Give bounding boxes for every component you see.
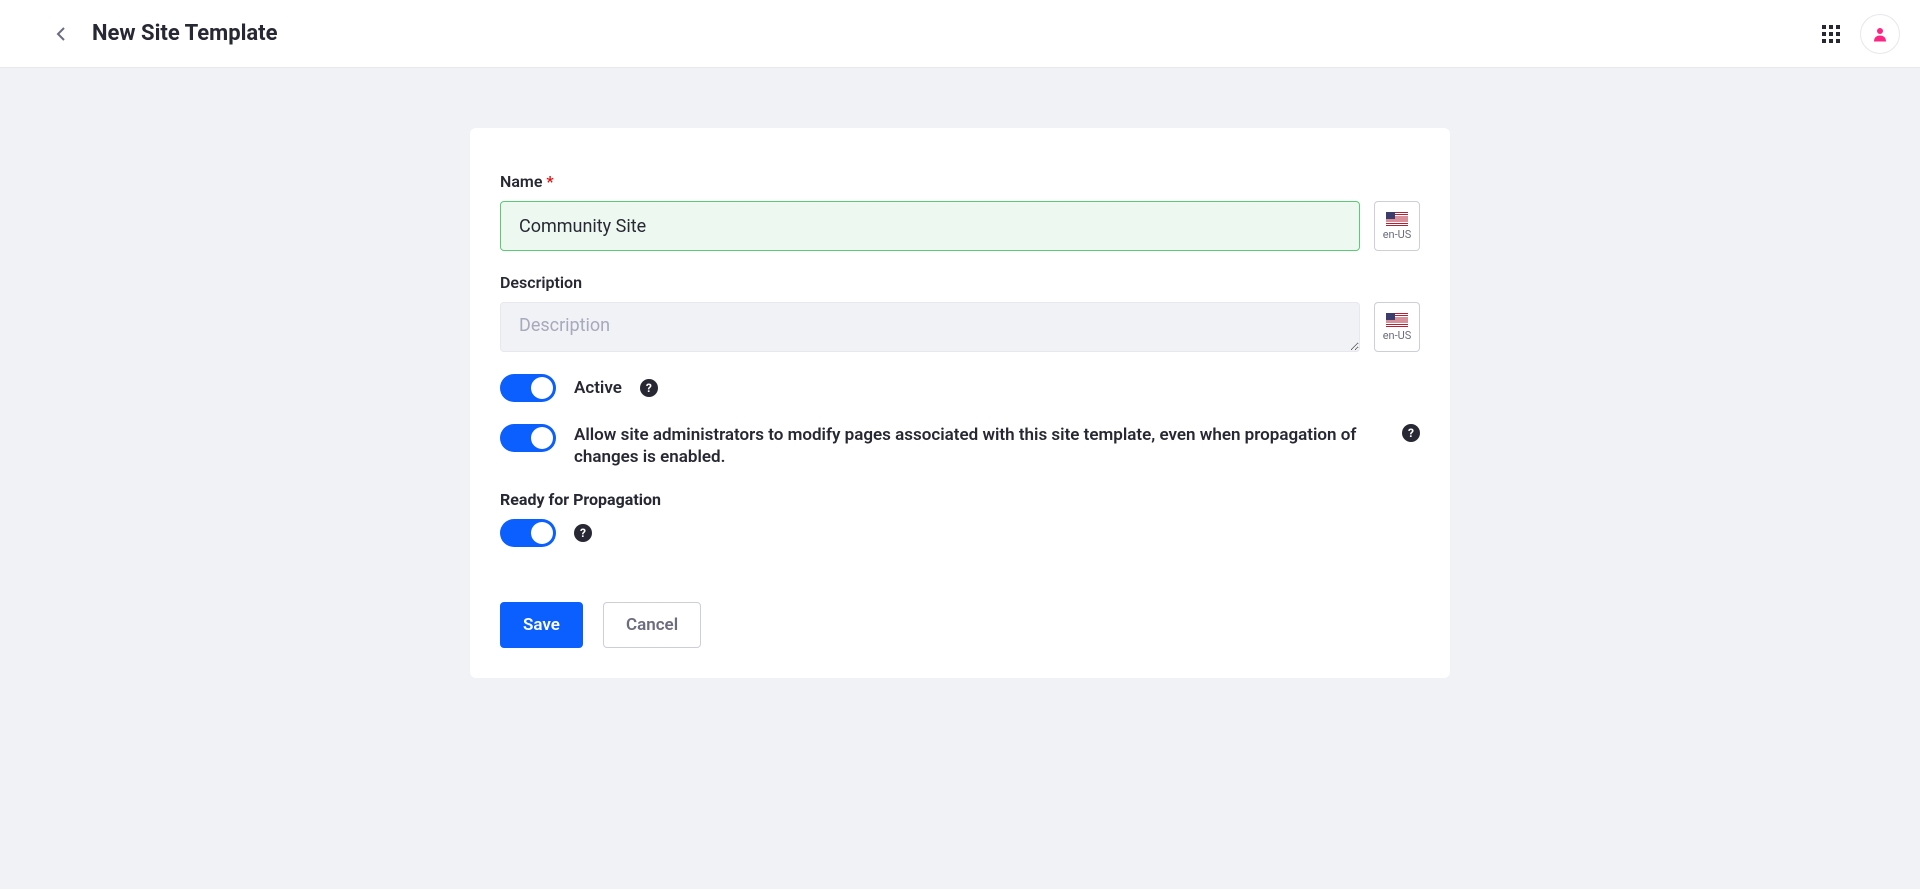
- description-input[interactable]: [500, 302, 1360, 352]
- active-toggle[interactable]: [500, 374, 556, 402]
- form-card: Name * en-US Description en-US: [470, 128, 1450, 678]
- topbar: New Site Template: [0, 0, 1920, 68]
- name-locale-selector[interactable]: en-US: [1374, 201, 1420, 251]
- topbar-left: New Site Template: [50, 21, 278, 46]
- propagation-help-icon[interactable]: ?: [574, 524, 592, 542]
- propagation-toggle-row: ?: [500, 519, 1420, 547]
- active-help-icon[interactable]: ?: [640, 379, 658, 397]
- name-label-text: Name: [500, 172, 542, 191]
- content-area: Name * en-US Description en-US: [0, 68, 1920, 738]
- apps-grid-icon: [1822, 25, 1840, 43]
- propagation-section-label: Ready for Propagation: [500, 490, 1420, 509]
- page-title: New Site Template: [92, 21, 278, 46]
- allow-modify-help-icon[interactable]: ?: [1402, 424, 1420, 442]
- apps-menu-button[interactable]: [1822, 25, 1840, 43]
- back-button[interactable]: [50, 22, 74, 46]
- propagation-toggle[interactable]: [500, 519, 556, 547]
- us-flag-icon: [1386, 313, 1408, 327]
- description-label: Description: [500, 273, 1420, 292]
- action-buttons: Save Cancel: [500, 602, 1420, 648]
- cancel-button[interactable]: Cancel: [603, 602, 701, 648]
- us-flag-icon: [1386, 212, 1408, 226]
- description-field-group: Description en-US: [500, 273, 1420, 352]
- allow-modify-toggle-row: Allow site administrators to modify page…: [500, 424, 1420, 468]
- name-input[interactable]: [500, 201, 1360, 251]
- user-icon: [1871, 25, 1889, 43]
- allow-modify-toggle[interactable]: [500, 424, 556, 452]
- chevron-left-icon: [54, 26, 70, 42]
- description-input-row: en-US: [500, 302, 1420, 352]
- save-button[interactable]: Save: [500, 602, 583, 648]
- name-field-group: Name * en-US: [500, 172, 1420, 251]
- description-locale-selector[interactable]: en-US: [1374, 302, 1420, 352]
- name-locale-text: en-US: [1383, 228, 1412, 241]
- name-input-row: en-US: [500, 201, 1420, 251]
- required-indicator: *: [546, 172, 553, 191]
- propagation-section: Ready for Propagation ?: [500, 490, 1420, 547]
- user-avatar[interactable]: [1860, 14, 1900, 54]
- allow-modify-toggle-label: Allow site administrators to modify page…: [574, 424, 1384, 468]
- name-label: Name *: [500, 172, 1420, 191]
- active-toggle-label: Active: [574, 378, 622, 398]
- description-locale-text: en-US: [1383, 329, 1412, 342]
- active-toggle-row: Active ?: [500, 374, 1420, 402]
- topbar-right: [1822, 14, 1900, 54]
